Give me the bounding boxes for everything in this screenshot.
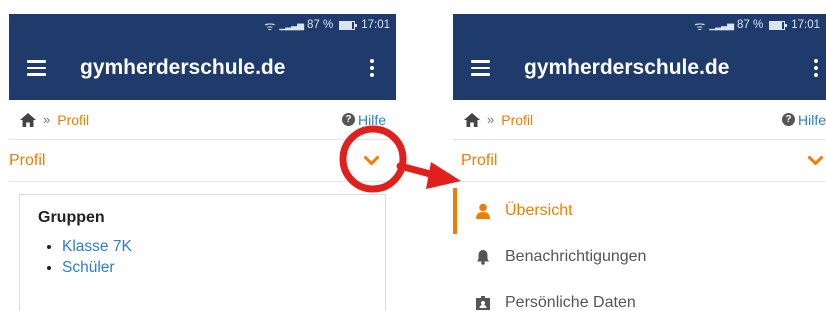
profile-section-toggle[interactable]: Profil <box>453 140 826 182</box>
group-link[interactable]: Klasse 7K <box>62 236 369 257</box>
app-title: gymherderschule.de <box>80 56 286 79</box>
status-bar: ᯤ ▁▂▃▅ 87 % 17:01 <box>9 14 396 36</box>
group-link[interactable]: Schüler <box>62 257 369 278</box>
menu-item-label: Benachrichtigungen <box>505 248 647 265</box>
annotation-arrow <box>396 162 442 180</box>
profile-section-toggle[interactable]: Profil <box>9 140 396 182</box>
menu-item-label: Persönliche Daten <box>505 294 636 311</box>
groups-title: Gruppen <box>38 209 105 226</box>
battery-percent: 87 % <box>737 19 764 31</box>
breadcrumb: » Profil ? Hilfe <box>453 100 826 140</box>
kebab-icon[interactable] <box>814 59 818 77</box>
groups-card: Gruppen Klasse 7K Schüler <box>19 194 386 311</box>
hamburger-icon[interactable] <box>27 60 46 76</box>
right-phone-screen: ᯤ ▁▂▃▅ 87 % 17:01 gymherderschule.de » P… <box>453 14 826 311</box>
chevron-down-icon[interactable] <box>808 156 823 166</box>
battery-icon <box>339 20 358 30</box>
menu-item-notifications[interactable]: Benachrichtigungen <box>453 234 826 280</box>
help-link[interactable]: ? Hilfe <box>781 111 826 128</box>
breadcrumb-profile-link[interactable]: Profil <box>57 112 89 128</box>
wifi-icon: ᯤ <box>264 18 276 33</box>
id-card-icon <box>476 296 490 310</box>
menu-item-overview[interactable]: Übersicht <box>453 188 826 234</box>
battery-percent: 87 % <box>307 19 334 31</box>
status-bar: ᯤ ▁▂▃▅ 87 % 17:01 <box>453 14 826 36</box>
help-icon: ? <box>341 113 355 126</box>
breadcrumb-separator: » <box>487 112 495 127</box>
hamburger-icon[interactable] <box>471 60 490 76</box>
signal-icon: ▁▂▃▅ <box>709 19 734 30</box>
bell-icon <box>477 250 489 265</box>
menu-item-personal-data[interactable]: Persönliche Daten <box>453 280 826 311</box>
home-icon[interactable] <box>20 112 36 127</box>
section-label: Profil <box>461 151 498 169</box>
help-label: Hilfe <box>357 111 386 128</box>
breadcrumb-profile-link[interactable]: Profil <box>501 112 533 128</box>
wifi-icon: ᯤ <box>694 18 706 33</box>
chevron-down-icon[interactable] <box>364 156 379 166</box>
active-indicator <box>453 188 457 234</box>
kebab-icon[interactable] <box>370 59 374 77</box>
app-bar: gymherderschule.de <box>9 36 396 100</box>
menu-item-label: Übersicht <box>505 202 573 219</box>
home-icon[interactable] <box>464 112 480 127</box>
battery-icon <box>769 20 788 30</box>
signal-icon: ▁▂▃▅ <box>279 19 304 30</box>
breadcrumb-separator: » <box>43 112 51 127</box>
user-icon <box>476 203 490 219</box>
app-bar: gymherderschule.de <box>453 36 826 100</box>
groups-list: Klasse 7K Schüler <box>38 236 369 278</box>
profile-menu: Übersicht Benachrichtigungen Persönliche… <box>453 182 826 311</box>
help-label: Hilfe <box>797 111 826 128</box>
app-title: gymherderschule.de <box>524 56 730 79</box>
left-phone-screen: ᯤ ▁▂▃▅ 87 % 17:01 gymherderschule.de » P… <box>9 14 396 311</box>
help-link[interactable]: ? Hilfe <box>341 111 386 128</box>
breadcrumb: » Profil ? Hilfe <box>9 100 396 140</box>
clock: 17:01 <box>791 19 820 31</box>
help-icon: ? <box>781 113 795 126</box>
section-label: Profil <box>9 151 46 169</box>
clock: 17:01 <box>361 19 390 31</box>
